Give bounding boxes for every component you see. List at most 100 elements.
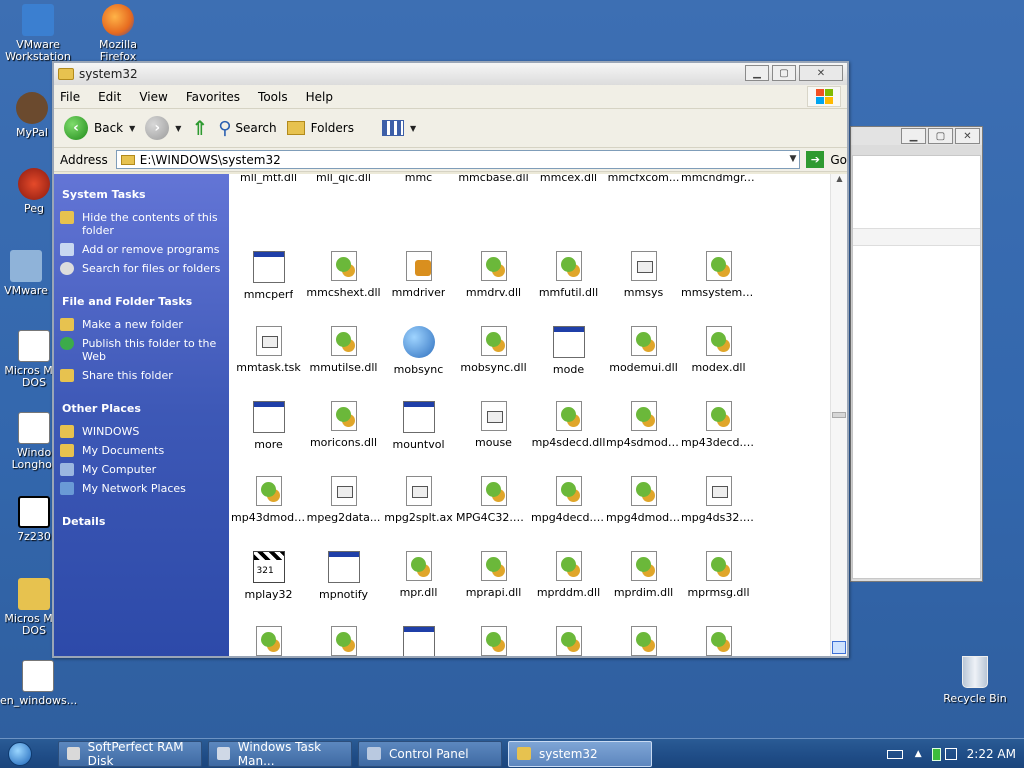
file-item[interactable]: mpeg2data... bbox=[306, 466, 381, 541]
menu-help[interactable]: Help bbox=[306, 90, 333, 104]
desktop-icon-firefox[interactable]: Mozilla Firefox bbox=[80, 4, 156, 63]
file-item[interactable]: mp43decd.dll bbox=[681, 391, 756, 466]
file-item[interactable]: mmdrv.dll bbox=[456, 241, 531, 316]
file-item[interactable]: mprdim.dll bbox=[606, 541, 681, 616]
file-item[interactable]: mmcex.dll bbox=[531, 174, 606, 241]
chevron-down-icon[interactable]: ▼ bbox=[129, 124, 135, 133]
section-title[interactable]: System Tasks bbox=[62, 188, 229, 201]
address-input[interactable]: E:\WINDOWS\system32 ▼ bbox=[115, 150, 801, 169]
section-title[interactable]: Other Places bbox=[62, 402, 229, 415]
background-window[interactable]: ▁ ▢ ✕ bbox=[850, 126, 983, 582]
scroll-up-icon[interactable]: ▲ bbox=[831, 174, 848, 188]
file-item[interactable]: mobsync bbox=[381, 316, 456, 391]
file-item[interactable]: mp43dmod.... bbox=[231, 466, 306, 541]
file-item[interactable]: mmcbase.dll bbox=[456, 174, 531, 241]
file-item[interactable]: mqise.dll bbox=[681, 616, 756, 656]
make-new-folder-link[interactable]: Make a new folder bbox=[60, 318, 229, 331]
maximize-button[interactable]: ▢ bbox=[928, 128, 953, 144]
file-item[interactable]: mmtask.tsk bbox=[231, 316, 306, 391]
file-item[interactable]: mprui.dll bbox=[231, 616, 306, 656]
file-item[interactable]: more bbox=[231, 391, 306, 466]
section-title[interactable]: File and Folder Tasks bbox=[62, 295, 229, 308]
file-item[interactable]: modex.dll bbox=[681, 316, 756, 391]
taskbar-item-system32[interactable]: system32 bbox=[508, 740, 652, 767]
file-item[interactable]: mouse bbox=[456, 391, 531, 466]
file-item[interactable]: mp4sdmod.... bbox=[606, 391, 681, 466]
keyboard-icon[interactable] bbox=[886, 749, 903, 759]
file-item[interactable]: mpg4decd.dll bbox=[531, 466, 606, 541]
scrollbar-thumb[interactable] bbox=[832, 412, 846, 418]
chevron-down-icon[interactable]: ▼ bbox=[175, 124, 181, 133]
up-folder-button[interactable]: ⇑ bbox=[191, 116, 208, 140]
section-title[interactable]: Details bbox=[62, 515, 229, 528]
show-hidden-icons-icon[interactable]: ▲ bbox=[915, 749, 922, 759]
file-item[interactable]: mpg4ds32.ax bbox=[681, 466, 756, 541]
file-item[interactable]: mmcshext.dll bbox=[306, 241, 381, 316]
taskbar-item-task-manager[interactable]: Windows Task Man... bbox=[208, 740, 352, 768]
menu-view[interactable]: View bbox=[139, 90, 167, 104]
file-item[interactable]: mmutilse.dll bbox=[306, 316, 381, 391]
forward-button[interactable]: › ▼ bbox=[145, 116, 181, 140]
battery-icon[interactable] bbox=[931, 747, 941, 761]
desktop-icon-en-windows[interactable]: en_windows... bbox=[0, 660, 77, 707]
place-my-network-link[interactable]: My Network Places bbox=[60, 482, 229, 495]
search-files-link[interactable]: Search for files or folders bbox=[60, 262, 229, 275]
file-item[interactable]: mqdscli.dll bbox=[531, 616, 606, 656]
taskbar-item-ramdisk[interactable]: SoftPerfect RAM Disk bbox=[58, 740, 202, 768]
file-item[interactable]: mll_mtf.dll bbox=[231, 174, 306, 241]
file-item[interactable]: mp4sdecd.dll bbox=[531, 391, 606, 466]
file-item[interactable]: mmsystem.dll bbox=[681, 241, 756, 316]
scroll-down-button[interactable] bbox=[832, 641, 846, 654]
hide-contents-link[interactable]: Hide the contents of this folder bbox=[60, 211, 229, 237]
file-item[interactable]: MPG4C32.DLL bbox=[456, 466, 531, 541]
file-item[interactable]: mll_qic.dll bbox=[306, 174, 381, 241]
file-item[interactable]: mprapi.dll bbox=[456, 541, 531, 616]
file-item[interactable]: mpg4dmod.... bbox=[606, 466, 681, 541]
maximize-button[interactable]: ▢ bbox=[772, 65, 796, 81]
folders-button[interactable]: Folders bbox=[286, 121, 354, 135]
close-button[interactable]: ✕ bbox=[799, 65, 843, 81]
file-item[interactable]: mmsys bbox=[606, 241, 681, 316]
network-icon[interactable] bbox=[944, 748, 957, 760]
chevron-down-icon[interactable]: ▼ bbox=[789, 154, 796, 164]
publish-web-link[interactable]: Publish this folder to the Web bbox=[60, 337, 229, 363]
file-item[interactable]: mpnotify bbox=[306, 541, 381, 616]
place-my-computer-link[interactable]: My Computer bbox=[60, 463, 229, 476]
file-item[interactable]: mqad.dll bbox=[306, 616, 381, 656]
search-button[interactable]: ⚲ Search bbox=[218, 118, 276, 139]
file-item[interactable]: mprmsg.dll bbox=[681, 541, 756, 616]
file-item[interactable]: moricons.dll bbox=[306, 391, 381, 466]
file-item[interactable]: mmcfxcom... bbox=[606, 174, 681, 241]
menu-tools[interactable]: Tools bbox=[258, 90, 288, 104]
close-button[interactable]: ✕ bbox=[955, 128, 980, 144]
file-item[interactable]: mmdriver bbox=[381, 241, 456, 316]
share-folder-link[interactable]: Share this folder bbox=[60, 369, 229, 382]
add-remove-programs-link[interactable]: Add or remove programs bbox=[60, 243, 229, 256]
file-item[interactable]: mobsync.dll bbox=[456, 316, 531, 391]
file-item[interactable]: mpr.dll bbox=[381, 541, 456, 616]
file-item[interactable]: mode bbox=[531, 316, 606, 391]
file-item[interactable]: mountvol bbox=[381, 391, 456, 466]
file-item[interactable]: mqgentr.dll bbox=[606, 616, 681, 656]
go-button[interactable]: ➔ Go bbox=[806, 151, 847, 168]
file-item[interactable]: mmc bbox=[381, 174, 456, 241]
menu-favorites[interactable]: Favorites bbox=[186, 90, 240, 104]
start-button[interactable] bbox=[0, 739, 40, 768]
desktop-icon-recycle-bin[interactable]: Recycle Bin bbox=[940, 656, 1010, 705]
file-item[interactable]: mmcperf bbox=[231, 241, 306, 316]
views-button[interactable]: ▼ bbox=[381, 120, 416, 136]
window-titlebar[interactable]: system32 ▁ ▢ ✕ bbox=[54, 63, 847, 85]
vertical-scrollbar[interactable]: ▲ bbox=[830, 174, 847, 656]
file-item[interactable]: mpg2splt.ax bbox=[381, 466, 456, 541]
place-my-documents-link[interactable]: My Documents bbox=[60, 444, 229, 457]
file-item[interactable]: mprddm.dll bbox=[531, 541, 606, 616]
file-item[interactable]: mmcndmgr.... bbox=[681, 174, 756, 241]
clock[interactable]: 2:22 AM bbox=[967, 747, 1016, 761]
background-window-titlebar[interactable]: ▁ ▢ ✕ bbox=[851, 127, 982, 145]
file-item[interactable]: mmfutil.dll bbox=[531, 241, 606, 316]
file-item[interactable]: modemui.dll bbox=[606, 316, 681, 391]
file-item[interactable]: mplay32 bbox=[231, 541, 306, 616]
place-windows-link[interactable]: WINDOWS bbox=[60, 425, 229, 438]
desktop-icon-vmware-workstation[interactable]: VMware Workstation bbox=[0, 4, 76, 63]
minimize-button[interactable]: ▁ bbox=[745, 65, 769, 81]
